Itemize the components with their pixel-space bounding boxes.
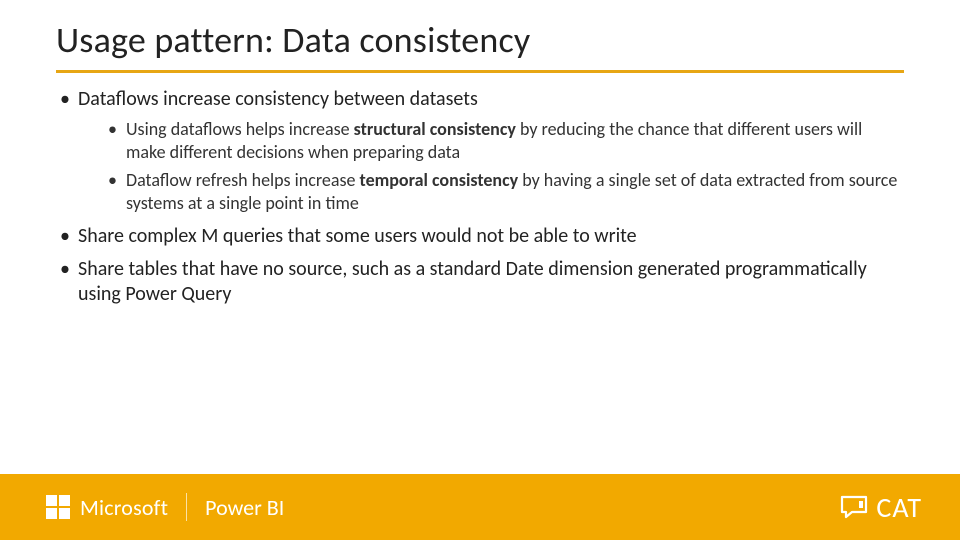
- bullet-1b: Dataflow refresh helps increase temporal…: [108, 169, 900, 214]
- bullet-3: Share tables that have no source, such a…: [60, 257, 900, 307]
- slide-body: Dataflows increase consistency between d…: [0, 87, 960, 307]
- vertical-divider: [186, 493, 187, 521]
- bullet-1-sublist: Using dataflows helps increase structura…: [78, 118, 900, 214]
- bullet-1b-bold: temporal consistency: [360, 169, 519, 191]
- footer-brands: Microsoft Power BI: [46, 493, 284, 521]
- powerbi-wordmark: Power BI: [205, 494, 284, 521]
- slide-title: Usage pattern: Data consistency: [0, 0, 960, 70]
- bullet-2-text: Share complex M queries that some users …: [78, 224, 637, 248]
- microsoft-squares-icon: [46, 495, 70, 519]
- bullet-list: Dataflows increase consistency between d…: [60, 87, 900, 307]
- slide: Usage pattern: Data consistency Dataflow…: [0, 0, 960, 540]
- bullet-1: Dataflows increase consistency between d…: [60, 87, 900, 214]
- bullet-1-text: Dataflows increase consistency between d…: [78, 87, 478, 111]
- bullet-1a: Using dataflows helps increase structura…: [108, 118, 900, 163]
- bullet-3-text: Share tables that have no source, such a…: [78, 257, 867, 306]
- bullet-1a-bold: structural consistency: [354, 118, 516, 140]
- cat-wordmark: CAT: [876, 490, 922, 525]
- speech-bubble-icon: [840, 495, 868, 519]
- bullet-1b-pre: Dataflow refresh helps increase: [126, 169, 360, 191]
- cat-logo: CAT: [840, 490, 922, 525]
- microsoft-logo: Microsoft: [46, 494, 168, 521]
- bullet-2: Share complex M queries that some users …: [60, 224, 900, 249]
- title-underline: [56, 70, 904, 73]
- bullet-1a-pre: Using dataflows helps increase: [126, 118, 354, 140]
- footer-bar: Microsoft Power BI CAT: [0, 474, 960, 540]
- microsoft-wordmark: Microsoft: [80, 494, 168, 521]
